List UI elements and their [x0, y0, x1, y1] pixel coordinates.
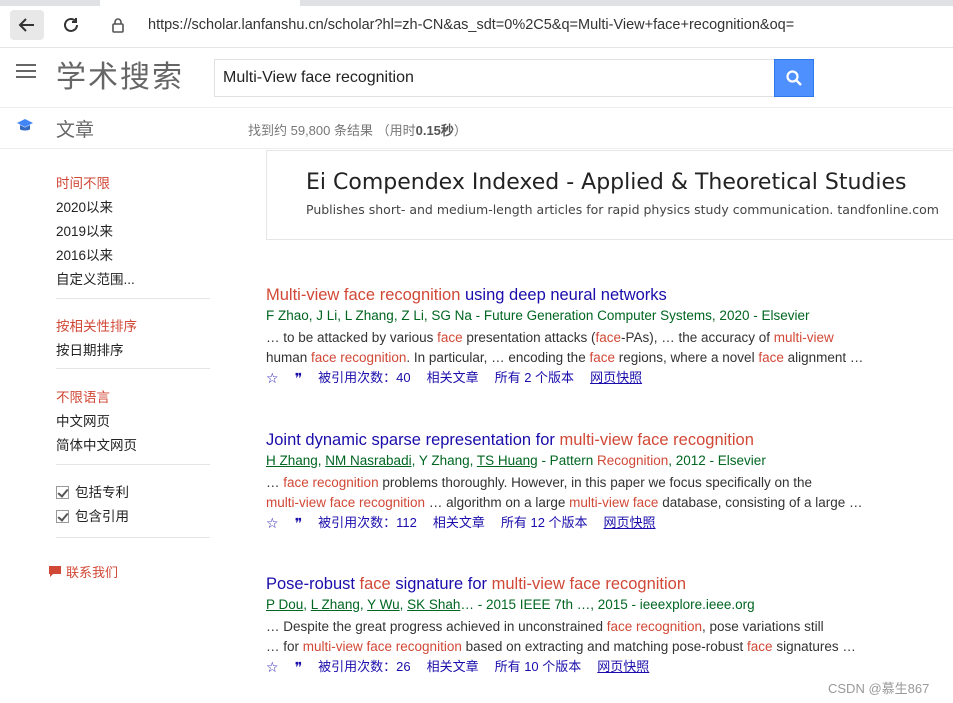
- reload-icon: [64, 17, 78, 32]
- author-link[interactable]: SK Shah: [407, 597, 460, 612]
- sort-relevance[interactable]: 按相关性排序: [56, 315, 137, 335]
- ad-title[interactable]: Ei Compendex Indexed - Applied & Theoret…: [306, 170, 907, 195]
- star-icon[interactable]: ☆: [266, 368, 279, 388]
- lang-any[interactable]: 不限语言: [56, 386, 110, 406]
- tab-strip: [0, 0, 953, 6]
- related-articles-link[interactable]: 相关文章: [433, 513, 485, 533]
- ad-description: Publishes short- and medium-length artic…: [306, 202, 939, 217]
- active-tab[interactable]: [100, 0, 300, 6]
- related-articles-link[interactable]: 相关文章: [427, 657, 479, 677]
- include-citations-checkbox[interactable]: 包含引用: [56, 505, 129, 525]
- result-title-link[interactable]: Pose-robust face signature for multi-vie…: [266, 573, 906, 595]
- result-title-link[interactable]: Joint dynamic sparse representation for …: [266, 429, 906, 451]
- result-authors: P Dou, L Zhang, Y Wu, SK Shah… - 2015 IE…: [266, 597, 755, 612]
- result-authors: F Zhao, J Li, L Zhang, Z Li, SG Na - Fut…: [266, 308, 810, 323]
- contact-us-link[interactable]: 联系我们: [48, 562, 118, 581]
- related-articles-link[interactable]: 相关文章: [427, 368, 479, 388]
- result-actions: ☆ ❞ 被引用次数：26 相关文章 所有 10 个版本 网页快照: [266, 657, 906, 677]
- chat-bubble-icon: [49, 566, 61, 577]
- result-snippet: … face recognition problems thoroughly. …: [266, 475, 813, 490]
- quote-icon[interactable]: ❞: [295, 513, 303, 533]
- back-button[interactable]: [10, 10, 44, 40]
- cache-link[interactable]: 网页快照: [590, 368, 642, 388]
- result-snippet: … for multi-view face recognition based …: [266, 639, 856, 654]
- checkbox-checked-icon[interactable]: [56, 510, 69, 523]
- result-authors: H Zhang, NM Nasrabadi, Y Zhang, TS Huang…: [266, 453, 766, 468]
- watermark: CSDN @慕生867: [828, 681, 930, 696]
- filter-custom-range[interactable]: 自定义范围...: [56, 268, 135, 288]
- result-snippet: human face recognition. In particular, ……: [266, 350, 864, 365]
- cache-link[interactable]: 网页快照: [597, 657, 649, 677]
- sidebar-divider: [56, 368, 210, 369]
- search-input[interactable]: Multi-View face recognition: [214, 59, 775, 97]
- result-actions: ☆ ❞ 被引用次数：112 相关文章 所有 12 个版本 网页快照: [266, 513, 906, 533]
- author-link[interactable]: L Zhang: [311, 597, 360, 612]
- reload-button[interactable]: [54, 10, 88, 40]
- author-link[interactable]: H Zhang: [266, 453, 318, 468]
- cited-by-link[interactable]: 被引用次数：112: [318, 513, 417, 533]
- arrow-left-icon: [18, 18, 34, 32]
- result-snippet: multi-view face recognition … algorithm …: [266, 495, 863, 510]
- lang-zh-web[interactable]: 中文网页: [56, 410, 110, 430]
- author-link[interactable]: P Dou: [266, 597, 303, 612]
- menu-icon[interactable]: [16, 64, 36, 80]
- include-patents-checkbox[interactable]: 包括专利: [56, 481, 129, 501]
- all-versions-link[interactable]: 所有 2 个版本: [495, 368, 574, 388]
- all-versions-link[interactable]: 所有 12 个版本: [501, 513, 588, 533]
- cited-by-link[interactable]: 被引用次数：40: [318, 368, 410, 388]
- all-versions-link[interactable]: 所有 10 个版本: [495, 657, 582, 677]
- cache-link[interactable]: 网页快照: [604, 513, 656, 533]
- result-item: Pose-robust face signature for multi-vie…: [266, 573, 906, 677]
- sidebar-divider: [56, 464, 210, 465]
- star-icon[interactable]: ☆: [266, 657, 279, 677]
- quote-icon[interactable]: ❞: [295, 368, 303, 388]
- articles-label[interactable]: 文章: [56, 115, 94, 142]
- search-button[interactable]: [774, 59, 814, 97]
- address-bar[interactable]: https://scholar.lanfanshu.cn/scholar?hl=…: [106, 10, 946, 40]
- lang-zh-simplified[interactable]: 简体中文网页: [56, 434, 137, 454]
- filter-time-any[interactable]: 时间不限: [56, 172, 110, 192]
- url-text[interactable]: https://scholar.lanfanshu.cn/scholar?hl=…: [148, 17, 794, 33]
- lock-icon: [106, 10, 130, 40]
- sort-date[interactable]: 按日期排序: [56, 339, 124, 359]
- filter-since-2016[interactable]: 2016以来: [56, 244, 113, 264]
- ad-banner[interactable]: [266, 150, 953, 240]
- author-link[interactable]: TS Huang: [477, 453, 538, 468]
- result-stats: 找到约 59,800 条结果 （用时0.15秒）: [248, 123, 467, 138]
- filter-since-2020[interactable]: 2020以来: [56, 196, 113, 216]
- result-snippet: … Despite the great progress achieved in…: [266, 619, 824, 634]
- star-icon[interactable]: ☆: [266, 513, 279, 533]
- result-snippet: … to be attacked by various face present…: [266, 330, 834, 345]
- result-item: Joint dynamic sparse representation for …: [266, 429, 906, 533]
- result-actions: ☆ ❞ 被引用次数：40 相关文章 所有 2 个版本 网页快照: [266, 368, 906, 388]
- cited-by-link[interactable]: 被引用次数：26: [318, 657, 410, 677]
- checkbox-checked-icon[interactable]: [56, 486, 69, 499]
- result-title-link[interactable]: Multi-view face recognition using deep n…: [266, 284, 906, 306]
- search-icon: [786, 70, 802, 86]
- include-patents-label: 包括专利: [75, 485, 129, 500]
- include-citations-label: 包含引用: [75, 509, 129, 524]
- scholar-logo[interactable]: 学术搜索: [56, 52, 184, 96]
- sidebar-divider: [56, 537, 210, 538]
- sidebar-divider: [56, 298, 210, 299]
- contact-us-label: 联系我们: [66, 565, 119, 580]
- result-item: Multi-view face recognition using deep n…: [266, 284, 906, 388]
- author-link[interactable]: Y Wu: [367, 597, 400, 612]
- filter-since-2019[interactable]: 2019以来: [56, 220, 113, 240]
- graduation-cap-icon: [17, 119, 33, 131]
- results-subbar: [0, 107, 953, 149]
- author-link[interactable]: NM Nasrabadi: [325, 453, 411, 468]
- quote-icon[interactable]: ❞: [295, 657, 303, 677]
